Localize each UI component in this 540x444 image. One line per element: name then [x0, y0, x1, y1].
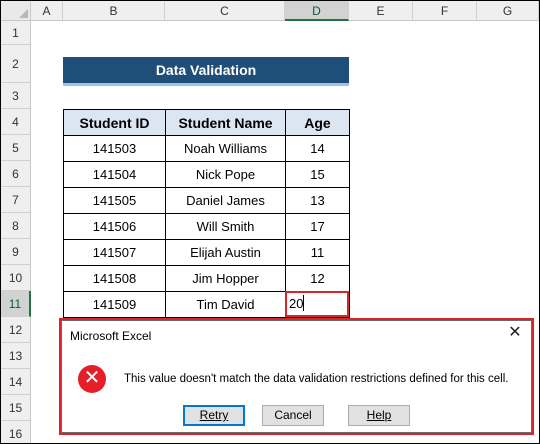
row-header-12[interactable]: 12: [1, 317, 31, 343]
row-header-5[interactable]: 5: [1, 135, 31, 161]
header-student-name[interactable]: Student Name: [165, 109, 286, 136]
cell-student-id[interactable]: 141506: [63, 213, 166, 240]
row-header-4[interactable]: 4: [1, 109, 31, 135]
column-header-a[interactable]: A: [31, 1, 63, 21]
student-table: Student ID Student Name Age 141503 Noah …: [63, 109, 350, 318]
column-header-c[interactable]: C: [165, 1, 285, 21]
cell-age[interactable]: 13: [285, 187, 350, 214]
header-student-id[interactable]: Student ID: [63, 109, 166, 136]
row-header-1[interactable]: 1: [1, 21, 31, 45]
row-header-9[interactable]: 9: [1, 239, 31, 265]
cell-student-name[interactable]: Elijah Austin: [165, 239, 286, 266]
cell-student-name[interactable]: Tim David: [165, 291, 286, 318]
table-row: 141507 Elijah Austin 11: [63, 239, 350, 266]
table-row: 141508 Jim Hopper 12: [63, 265, 350, 292]
cell-age[interactable]: 11: [285, 239, 350, 266]
row-header-14[interactable]: 14: [1, 369, 31, 395]
cell-student-name[interactable]: Will Smith: [165, 213, 286, 240]
cell-student-id[interactable]: 141507: [63, 239, 166, 266]
retry-button[interactable]: Retry: [183, 405, 245, 426]
cell-student-id[interactable]: 141508: [63, 265, 166, 292]
row-header-7[interactable]: 7: [1, 187, 31, 213]
column-header-f[interactable]: F: [413, 1, 477, 21]
row-header-13[interactable]: 13: [1, 343, 31, 369]
cell-age[interactable]: 17: [285, 213, 350, 240]
retry-label: Retry: [199, 408, 229, 422]
cell-student-id[interactable]: 141504: [63, 161, 166, 188]
worksheet-grid[interactable]: A B C D E F G 1 2 3 4 5 6 7 8 9 10 11 12…: [1, 1, 539, 443]
row-header-8[interactable]: 8: [1, 213, 31, 239]
error-icon: ✕: [78, 365, 106, 393]
cell-student-id[interactable]: 141505: [63, 187, 166, 214]
row-header-15[interactable]: 15: [1, 395, 31, 421]
row-header-2[interactable]: 2: [1, 45, 31, 83]
row-header-16[interactable]: 16: [1, 421, 31, 443]
validation-error-dialog: Microsoft Excel ✕ ✕ This value doesn't m…: [61, 320, 532, 433]
cell-age[interactable]: 15: [285, 161, 350, 188]
select-all-corner[interactable]: [1, 1, 31, 21]
table-row: 141506 Will Smith 17: [63, 213, 350, 240]
cell-age[interactable]: 12: [285, 265, 350, 292]
cell-student-name[interactable]: Nick Pope: [165, 161, 286, 188]
table-row: 141503 Noah Williams 14: [63, 135, 350, 162]
cell-student-name[interactable]: Jim Hopper: [165, 265, 286, 292]
table-title[interactable]: Data Validation: [63, 57, 349, 86]
row-header-3[interactable]: 3: [1, 83, 31, 109]
header-age[interactable]: Age: [285, 109, 350, 136]
close-icon[interactable]: ✕: [507, 325, 523, 341]
column-header-g[interactable]: G: [477, 1, 539, 21]
help-label: Help: [366, 408, 392, 422]
dialog-message: This value doesn't match the data valida…: [124, 373, 509, 385]
column-header-b[interactable]: B: [63, 1, 165, 21]
help-button[interactable]: Help: [348, 405, 410, 426]
row-header-6[interactable]: 6: [1, 161, 31, 187]
column-header-e[interactable]: E: [349, 1, 413, 21]
select-all-icon: [19, 9, 28, 18]
cell-student-id[interactable]: 141509: [63, 291, 166, 318]
cell-student-id[interactable]: 141503: [63, 135, 166, 162]
cell-student-name[interactable]: Noah Williams: [165, 135, 286, 162]
cell-age[interactable]: 14: [285, 135, 350, 162]
column-header-d[interactable]: D: [285, 1, 349, 21]
row-header-11[interactable]: 11: [1, 291, 31, 317]
active-cell-editor[interactable]: 20: [285, 291, 349, 317]
text-cursor: [303, 295, 304, 311]
row-header-10[interactable]: 10: [1, 265, 31, 291]
table-row: 141505 Daniel James 13: [63, 187, 350, 214]
cell-student-name[interactable]: Daniel James: [165, 187, 286, 214]
dialog-title: Microsoft Excel: [70, 329, 152, 343]
cancel-button[interactable]: Cancel: [262, 405, 324, 426]
table-row: 141504 Nick Pope 15: [63, 161, 350, 188]
spreadsheet-window: A B C D E F G 1 2 3 4 5 6 7 8 9 10 11 12…: [0, 0, 540, 444]
table-header-row: Student ID Student Name Age: [63, 109, 350, 136]
